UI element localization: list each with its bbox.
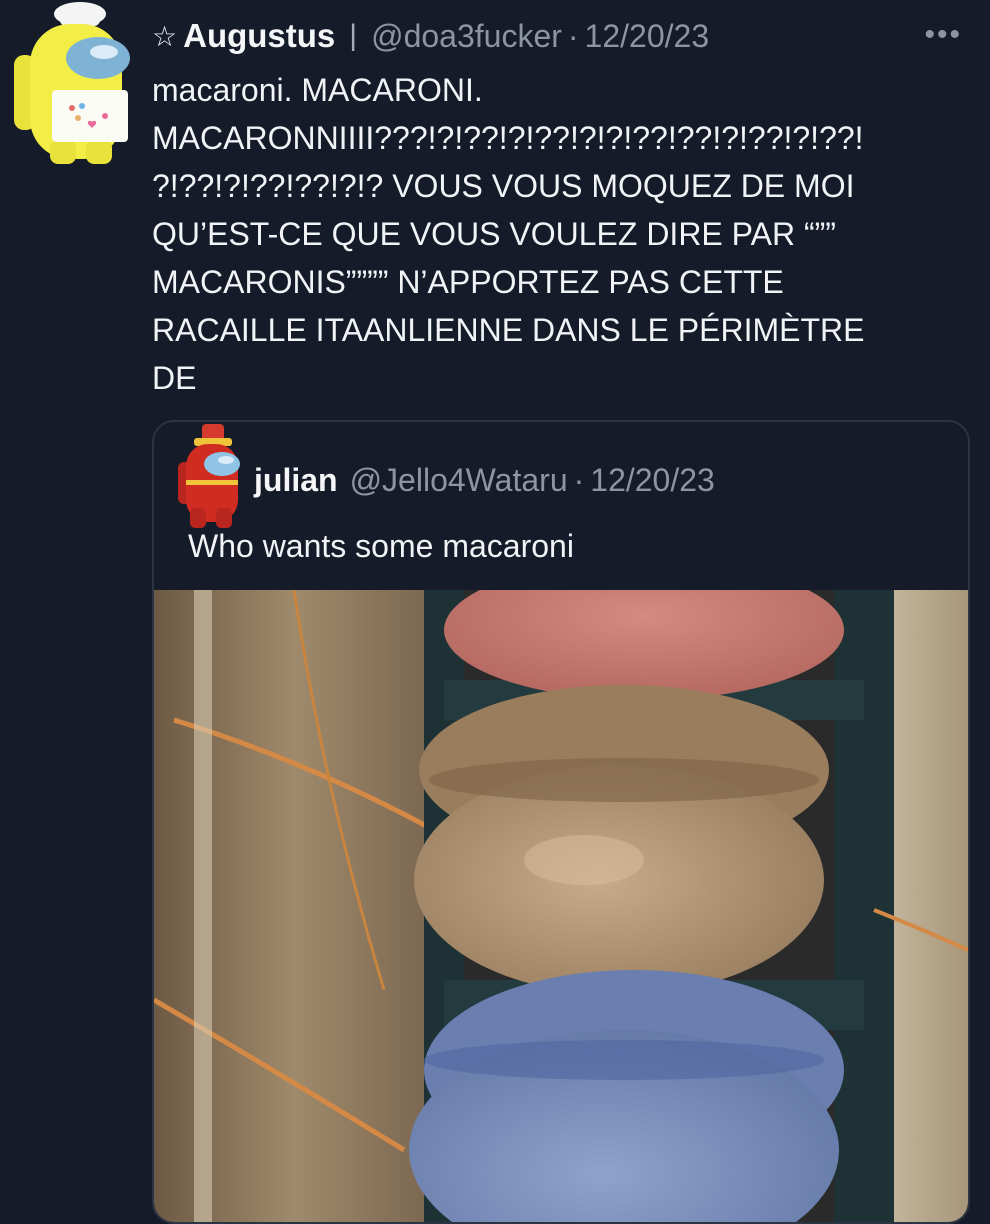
tweet-text: macaroni. MACARONI. MACARONNIIII???!?!??… (152, 72, 865, 396)
user-handle[interactable]: @doa3fucker (371, 18, 562, 55)
dot-separator: · (567, 17, 579, 54)
separator: | (349, 19, 358, 52)
quoted-dot-separator: · (573, 462, 585, 498)
quoted-handle[interactable]: @Jello4Wataru (350, 462, 568, 499)
quoted-avatar[interactable] (176, 422, 246, 530)
more-options-icon[interactable]: ••• (924, 18, 962, 52)
tweet[interactable]: ☆ Augustus | @doa3fucker · 12/20/23 ••• … (0, 0, 990, 1224)
quoted-text: Who wants some macaroni (188, 528, 574, 564)
display-name[interactable]: Augustus (183, 17, 335, 55)
star-icon: ☆ (152, 20, 178, 52)
quoted-display-name[interactable]: julian (254, 462, 338, 499)
tweet-header: ☆ Augustus | @doa3fucker · 12/20/23 (152, 14, 709, 58)
tweet-date[interactable]: 12/20/23 (585, 18, 710, 55)
quoted-header: julian @Jello4Wataru · 12/20/23 (254, 462, 715, 499)
macaron-photo[interactable] (154, 590, 968, 1222)
avatar[interactable] (10, 0, 140, 170)
quoted-date[interactable]: 12/20/23 (590, 462, 715, 499)
quoted-tweet[interactable]: julian @Jello4Wataru · 12/20/23 Who want… (152, 420, 970, 1224)
